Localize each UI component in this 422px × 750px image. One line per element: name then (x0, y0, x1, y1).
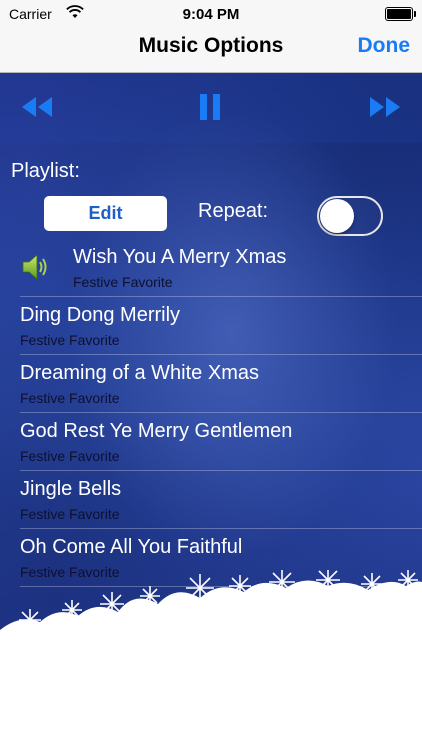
track-title: God Rest Ye Merry Gentlemen (20, 420, 293, 442)
edit-button[interactable]: Edit (44, 196, 167, 231)
fast-forward-button[interactable] (368, 95, 402, 119)
track-subtitle: Festive Favorite (20, 332, 120, 348)
fast-forward-icon (370, 97, 400, 117)
playlist-label: Playlist: (11, 160, 80, 182)
pause-icon (200, 94, 220, 120)
track-row[interactable]: Dreaming of a White Xmas Festive Favorit… (0, 355, 422, 413)
speaker-icon (22, 254, 47, 280)
battery-icon (385, 7, 416, 21)
track-subtitle: Festive Favorite (20, 390, 120, 406)
playback-controls (0, 73, 422, 143)
track-title: Dreaming of a White Xmas (20, 362, 259, 384)
status-bar: Carrier 9:04 PM (0, 0, 422, 28)
track-row[interactable]: Wish You A Merry Xmas Festive Favorite (0, 239, 422, 297)
music-options-panel: Playlist: Edit Repeat: Wish You A Merry … (0, 73, 422, 650)
done-button[interactable]: Done (358, 34, 411, 58)
track-row[interactable]: Jingle Bells Festive Favorite (0, 471, 422, 529)
rewind-icon (22, 97, 52, 117)
track-title: Jingle Bells (20, 478, 122, 500)
bottom-area (0, 650, 422, 750)
pause-button[interactable] (197, 93, 223, 121)
snowflake-border (0, 570, 422, 654)
repeat-toggle[interactable] (317, 196, 383, 236)
track-row[interactable]: God Rest Ye Merry Gentlemen Festive Favo… (0, 413, 422, 471)
navigation-bar: Music Options Done (0, 28, 422, 73)
track-row[interactable]: Ding Dong Merrily Festive Favorite (0, 297, 422, 355)
clock: 9:04 PM (182, 6, 240, 23)
track-subtitle: Festive Favorite (20, 448, 120, 464)
rewind-button[interactable] (20, 95, 54, 119)
repeat-label: Repeat: (198, 200, 269, 222)
track-title: Wish You A Merry Xmas (73, 246, 287, 268)
toggle-knob (320, 199, 354, 233)
track-title: Ding Dong Merrily (20, 304, 181, 326)
track-list: Wish You A Merry Xmas Festive Favorite D… (0, 239, 422, 587)
track-subtitle: Festive Favorite (20, 506, 120, 522)
track-subtitle: Festive Favorite (73, 274, 173, 290)
track-title: Oh Come All You Faithful (20, 536, 243, 558)
